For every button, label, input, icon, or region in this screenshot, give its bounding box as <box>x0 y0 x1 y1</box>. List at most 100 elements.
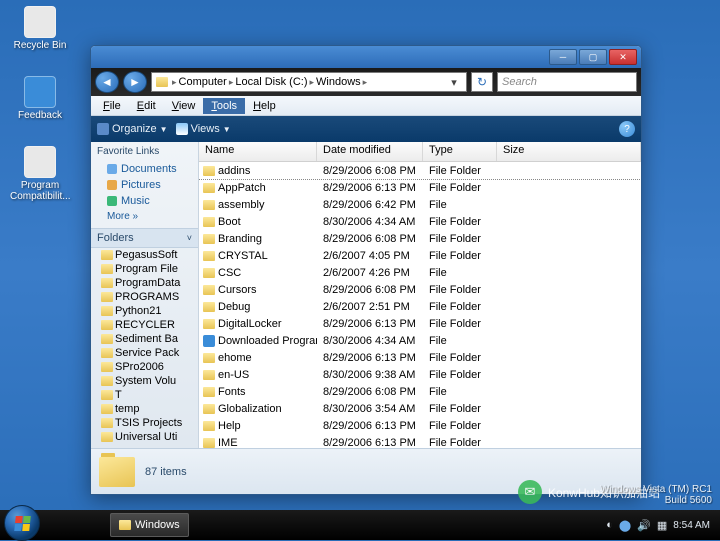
file-name: Debug <box>218 301 250 313</box>
chevron-right-icon: ▸ <box>309 77 314 88</box>
file-name: en-US <box>218 369 249 381</box>
breadcrumb[interactable]: ▸ Computer ▸ Local Disk (C:) ▸ Windows ▸… <box>151 72 467 92</box>
file-row[interactable]: en-US8/30/2006 9:38 AMFile Folder <box>199 366 641 383</box>
breadcrumb-drive[interactable]: Local Disk (C:) <box>235 76 307 88</box>
file-name: Fonts <box>218 386 246 398</box>
tree-item[interactable]: ProgramData <box>91 276 198 290</box>
menu-file[interactable]: File <box>95 98 129 114</box>
file-row[interactable]: addins8/29/2006 6:08 PMFile Folder <box>199 162 641 179</box>
titlebar[interactable]: ─ ▢ ✕ <box>91 46 641 68</box>
breadcrumb-folder[interactable]: Windows <box>316 76 361 88</box>
fav-label: Pictures <box>121 179 161 191</box>
favorite-documents[interactable]: Documents <box>91 161 198 177</box>
taskbar-item-windows[interactable]: Windows <box>110 513 189 537</box>
desktop-icon-feedback[interactable]: Feedback <box>10 76 70 121</box>
tree-label: T <box>115 389 122 401</box>
volume-icon[interactable]: 🔊 <box>637 519 651 532</box>
back-button[interactable]: ◄ <box>95 71 119 93</box>
forward-button[interactable]: ► <box>123 71 147 93</box>
favorites-header: Favorite Links <box>91 142 198 161</box>
file-row[interactable]: CSC2/6/2007 4:26 PMFile <box>199 264 641 281</box>
tree-item[interactable]: Python21 <box>91 304 198 318</box>
maximize-button[interactable]: ▢ <box>579 49 607 65</box>
file-row[interactable]: Fonts8/29/2006 6:08 PMFile <box>199 383 641 400</box>
file-row[interactable]: assembly8/29/2006 6:42 PMFile <box>199 196 641 213</box>
more-link[interactable]: More » <box>91 209 198 228</box>
tree-label: temp <box>115 403 139 415</box>
folder-icon <box>101 432 113 442</box>
refresh-button[interactable]: ↻ <box>471 72 493 92</box>
tree-item[interactable]: SPro2006 <box>91 360 198 374</box>
search-input[interactable]: Search <box>497 72 637 92</box>
col-type[interactable]: Type <box>423 142 497 161</box>
file-date: 8/29/2006 6:13 PM <box>317 318 423 330</box>
views-button[interactable]: Views ▼ <box>176 123 231 135</box>
col-name[interactable]: Name <box>199 142 317 161</box>
file-row[interactable]: Cursors8/29/2006 6:08 PMFile Folder <box>199 281 641 298</box>
folder-icon <box>101 390 113 400</box>
close-button[interactable]: ✕ <box>609 49 637 65</box>
fav-label: Music <box>121 195 150 207</box>
tray-icon[interactable]: ◐ <box>606 519 613 531</box>
tree-item[interactable]: Service Pack <box>91 346 198 360</box>
tree-item[interactable]: PROGRAMS <box>91 290 198 304</box>
breadcrumb-computer[interactable]: Computer <box>179 76 227 88</box>
desktop-icon-recycle-bin[interactable]: Recycle Bin <box>10 6 70 51</box>
folders-toggle[interactable]: Folders ˅ <box>91 228 198 248</box>
menu-tools[interactable]: Tools <box>203 98 245 114</box>
help-button[interactable]: ? <box>619 121 635 137</box>
file-row[interactable]: Help8/29/2006 6:13 PMFile Folder <box>199 417 641 434</box>
folder-icon <box>101 348 113 358</box>
tray-icon[interactable]: ▦ <box>657 519 667 532</box>
tree-item[interactable]: temp <box>91 402 198 416</box>
tree-label: Sediment Ba <box>115 333 178 345</box>
tree-item[interactable]: Universal Uti <box>91 430 198 444</box>
feedback-icon <box>24 76 56 108</box>
file-type: File Folder <box>423 301 497 313</box>
tree-item[interactable]: RECYCLER <box>91 318 198 332</box>
file-row[interactable]: Globalization8/30/2006 3:54 AMFile Folde… <box>199 400 641 417</box>
tree-label: System Volu <box>115 375 176 387</box>
tree-item[interactable]: T <box>91 388 198 402</box>
breadcrumb-dropdown[interactable]: ▾ <box>446 76 462 89</box>
file-row[interactable]: AppPatch8/29/2006 6:13 PMFile Folder <box>199 179 641 196</box>
favorite-music[interactable]: Music <box>91 193 198 209</box>
tree-item[interactable]: TSIS Projects <box>91 416 198 430</box>
file-row[interactable]: IME8/29/2006 6:13 PMFile Folder <box>199 434 641 448</box>
file-row[interactable]: Boot8/30/2006 4:34 AMFile Folder <box>199 213 641 230</box>
tree-item[interactable]: PegasusSoft <box>91 248 198 262</box>
file-list[interactable]: addins8/29/2006 6:08 PMFile FolderAppPat… <box>199 162 641 448</box>
file-name: CSC <box>218 267 241 279</box>
start-button[interactable] <box>4 505 40 541</box>
menu-view[interactable]: View <box>164 98 204 114</box>
file-row[interactable]: Branding8/29/2006 6:08 PMFile Folder <box>199 230 641 247</box>
folder-icon <box>203 183 215 193</box>
file-name: CRYSTAL <box>218 250 268 262</box>
file-name: addins <box>218 165 250 177</box>
tree-label: SPro2006 <box>115 361 164 373</box>
menu-help[interactable]: Help <box>245 98 284 114</box>
file-date: 8/30/2006 3:54 AM <box>317 403 423 415</box>
file-row[interactable]: Downloaded Program ...8/30/2006 4:34 AMF… <box>199 332 641 349</box>
chevron-down-icon: ▼ <box>223 125 231 134</box>
link-icon <box>107 180 117 190</box>
menu-edit[interactable]: Edit <box>129 98 164 114</box>
tree-item[interactable]: Program File <box>91 262 198 276</box>
file-row[interactable]: CRYSTAL2/6/2007 4:05 PMFile Folder <box>199 247 641 264</box>
clock[interactable]: 8:54 AM <box>673 520 710 531</box>
favorite-pictures[interactable]: Pictures <box>91 177 198 193</box>
desktop-icon-program-compatibility[interactable]: ProgramCompatibilit... <box>10 146 70 202</box>
col-size[interactable]: Size <box>497 142 641 161</box>
network-icon[interactable]: ⬤ <box>619 519 631 532</box>
col-date[interactable]: Date modified <box>317 142 423 161</box>
file-row[interactable]: ehome8/29/2006 6:13 PMFile Folder <box>199 349 641 366</box>
minimize-button[interactable]: ─ <box>549 49 577 65</box>
recycle-bin-icon <box>24 6 56 38</box>
tree-item[interactable]: Sediment Ba <box>91 332 198 346</box>
file-row[interactable]: DigitalLocker8/29/2006 6:13 PMFile Folde… <box>199 315 641 332</box>
tree-item[interactable]: System Volu <box>91 374 198 388</box>
chevron-down-icon: ˅ <box>187 233 192 243</box>
organize-button[interactable]: Organize ▼ <box>97 123 168 135</box>
folders-label: Folders <box>97 232 134 244</box>
file-row[interactable]: Debug2/6/2007 2:51 PMFile Folder <box>199 298 641 315</box>
